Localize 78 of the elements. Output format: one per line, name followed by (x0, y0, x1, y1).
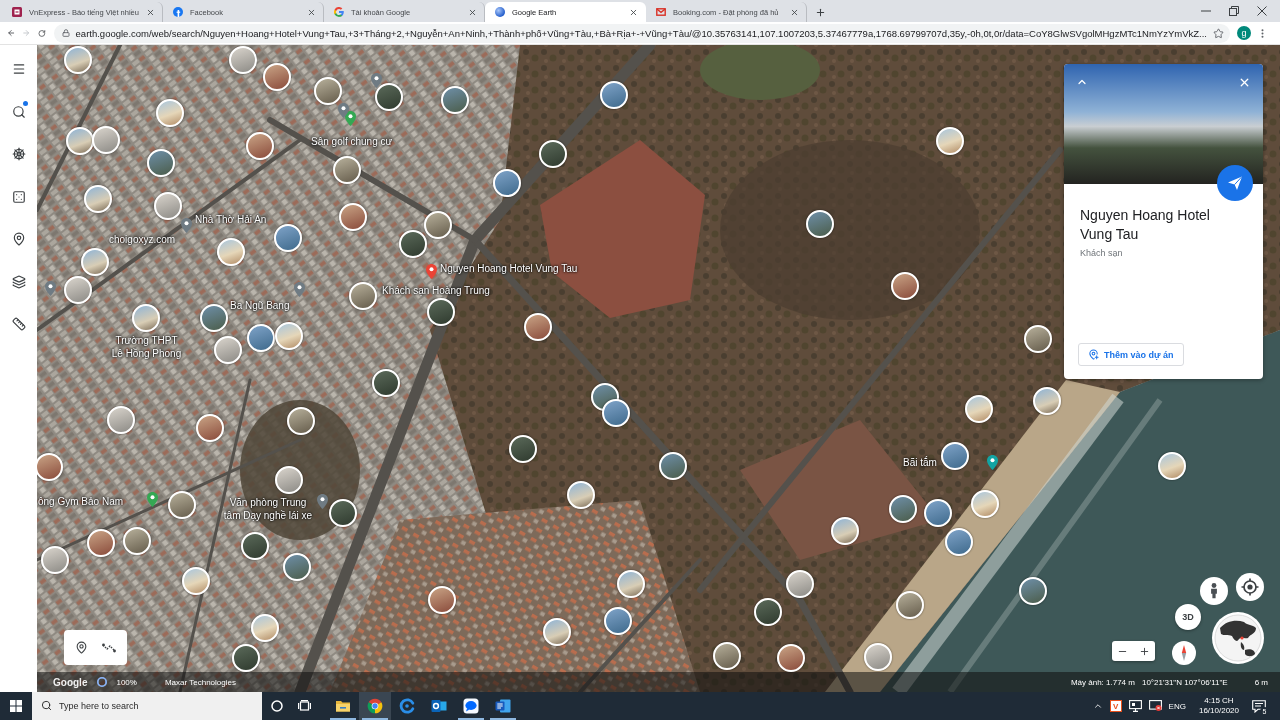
new-tab-icon[interactable] (815, 6, 826, 18)
mail-app-icon (431, 698, 447, 714)
close-icon[interactable] (146, 7, 155, 17)
chat-app-icon (463, 698, 479, 714)
send-icon[interactable] (1217, 165, 1253, 201)
dice-icon[interactable] (11, 189, 26, 204)
close-icon[interactable] (307, 7, 316, 17)
close-icon[interactable] (1238, 76, 1251, 89)
document-app-icon (495, 698, 511, 714)
language-indicator[interactable]: ENG (1168, 701, 1186, 711)
imagery-credit: Maxar Technologies (164, 677, 236, 687)
ring-icon[interactable] (271, 700, 283, 712)
search-icon[interactable] (11, 104, 26, 119)
map-pin-icon[interactable] (425, 264, 437, 279)
restore-icon[interactable] (1229, 6, 1239, 16)
bookmark-star-icon[interactable] (1213, 27, 1224, 39)
map-pin-icon[interactable] (11, 232, 26, 246)
taskbar-search-field[interactable]: Type here to search (32, 692, 262, 720)
place-category: Khách sạn (1080, 248, 1124, 258)
input-method-indicator[interactable]: V (1109, 700, 1122, 712)
close-icon[interactable] (1257, 6, 1267, 16)
notification-icon[interactable] (1252, 699, 1266, 713)
task-view-icon[interactable] (297, 700, 311, 712)
map-pin-icon[interactable] (316, 494, 328, 509)
close-icon[interactable] (468, 7, 477, 17)
map-pin-icon[interactable] (293, 282, 305, 297)
map-pin-icon[interactable] (44, 281, 56, 296)
load-progress-reading: 100% (116, 677, 137, 687)
lock-icon (61, 29, 70, 37)
favicon-icon (173, 7, 183, 17)
map-pin-icon[interactable] (75, 641, 88, 654)
notification-dot-icon (22, 100, 28, 106)
chrome-icon (367, 698, 383, 714)
search-icon (41, 700, 52, 711)
compass-icon[interactable] (1172, 641, 1196, 665)
favicon-icon (12, 7, 22, 17)
clock-time[interactable]: 4:15 CH (1204, 696, 1234, 706)
zoom-in-icon[interactable] (1138, 645, 1150, 657)
add-to-project-button[interactable]: Thêm vào dự án (1078, 343, 1184, 366)
swirl-logo-icon (399, 698, 415, 714)
address-bar[interactable]: earth.google.com/web/search/Nguyen+Hoang+Hotel+Vung+Tau,+3+Tháng+2,+Nguyễn+An+Ninh,+Thành+phố+Vũng+Tàu,+Bà+Rịa+-+Vũng+Tàu/@10.35763141,107.1007203,5.37467779a,1768.69799707d,35y,-0h,0t,0r/data=CoY8GlwSVgolMHgzMTc1NmYzYmVkZ... (53, 23, 1230, 43)
map-pin-icon[interactable] (370, 73, 382, 88)
chevron-up-icon[interactable] (1092, 701, 1103, 711)
map-pin-icon[interactable] (180, 218, 192, 233)
favicon-icon (656, 7, 666, 17)
taskbar-app-button[interactable] (359, 692, 391, 720)
map-pin-icon[interactable] (146, 492, 158, 507)
place-title: Nguyen Hoang Hotel Vung Tau (1080, 206, 1211, 244)
profile-avatar[interactable]: g (1237, 26, 1251, 40)
map-place-label[interactable]: Nguyen Hoang Hotel Vung Tau (440, 263, 578, 276)
map-place-label[interactable]: Bãi tắm (903, 457, 937, 470)
brand-name: Google (53, 676, 88, 688)
favicon-icon (334, 7, 344, 17)
camera-altitude: Máy ảnh: 1.774 m (1070, 677, 1135, 687)
folder-icon (335, 698, 351, 714)
map-pin-icon[interactable] (337, 103, 349, 118)
ruler-icon[interactable] (11, 317, 26, 331)
progress-ring-icon (97, 677, 108, 687)
map-place-label[interactable]: Khách sạn Hoàng Trung (382, 285, 490, 298)
menu-icon[interactable] (11, 62, 26, 76)
display-warning-icon[interactable] (1148, 700, 1162, 712)
clock-date[interactable]: 16/10/2020 (1198, 706, 1239, 716)
globe-icon[interactable] (1212, 612, 1264, 664)
start-icon[interactable] (10, 700, 22, 712)
coordinates: 10°21'31"N 107°06'11"E (1141, 677, 1228, 687)
path-icon[interactable] (102, 642, 116, 653)
pin-plus-icon (1088, 349, 1099, 360)
network-icon[interactable] (1128, 700, 1142, 712)
ship-wheel-icon[interactable] (11, 147, 26, 161)
locate-icon[interactable] (1236, 573, 1264, 601)
layers-icon[interactable] (11, 274, 26, 289)
close-icon[interactable] (790, 7, 799, 17)
close-icon[interactable] (629, 7, 638, 17)
map-place-label[interactable]: Văn phòng Trung tâm Dạy nghề lái xe (222, 497, 314, 522)
favicon-icon (495, 7, 505, 17)
map-pin-icon[interactable] (986, 455, 998, 470)
scale-reading: 6 m (1254, 677, 1268, 687)
person-icon[interactable] (1200, 577, 1228, 605)
